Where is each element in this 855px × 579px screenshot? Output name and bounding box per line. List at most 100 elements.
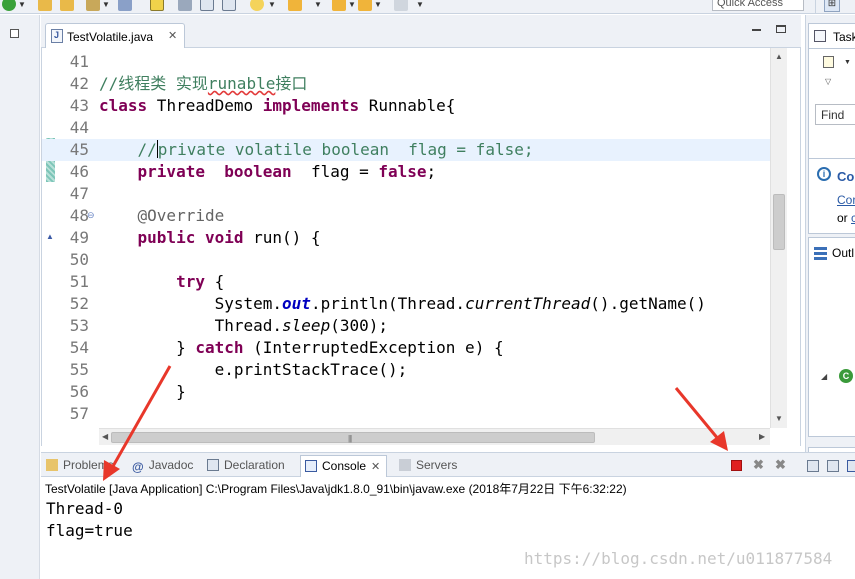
- task-list-icon: [814, 30, 826, 42]
- highlight-icon[interactable]: [150, 0, 164, 11]
- quick-access-input[interactable]: Quick Access: [712, 0, 804, 11]
- filter-dropdown-icon[interactable]: ▽: [825, 77, 831, 86]
- run-icon[interactable]: [2, 0, 16, 11]
- scroll-up-icon[interactable]: ▲: [775, 52, 783, 61]
- code-text: System.out.println(Thread.currentThread(…: [99, 293, 706, 315]
- tab-task-list[interactable]: Task: [808, 23, 855, 48]
- code-token: false: [378, 162, 427, 181]
- terminate-icon[interactable]: [731, 460, 742, 471]
- up-arrow-icon[interactable]: [288, 0, 302, 11]
- horizontal-scrollbar[interactable]: ◀ ||| ▶: [99, 428, 770, 445]
- document-icon[interactable]: [200, 0, 214, 11]
- code-line[interactable]: 51 try {: [42, 271, 770, 293]
- code-line[interactable]: 52 System.out.println(Thread.currentThre…: [42, 293, 770, 315]
- next-dropdown-icon[interactable]: ▼: [416, 1, 424, 9]
- code-line[interactable]: 56 }: [42, 381, 770, 403]
- code-line[interactable]: 48 @Override: [42, 205, 770, 227]
- close-icon[interactable]: ✕: [168, 29, 177, 42]
- code-line[interactable]: 49 public void run() {: [42, 227, 770, 249]
- wand-dropdown-icon[interactable]: ▼: [102, 1, 110, 9]
- next-icon[interactable]: [394, 0, 408, 11]
- code-token: catch: [195, 338, 244, 357]
- task-find-input[interactable]: Find: [815, 104, 855, 125]
- line-number: 48: [69, 206, 89, 225]
- restore-view-icon[interactable]: [10, 29, 19, 38]
- code-line[interactable]: 47: [42, 183, 770, 205]
- code-text: //线程类 实现runable接口: [99, 73, 307, 95]
- code-line[interactable]: 45 //private volatile boolean flag = fal…: [42, 139, 770, 161]
- open-folder-icon[interactable]: [60, 0, 74, 11]
- chevron-down-icon[interactable]: ▼: [844, 59, 851, 66]
- outline-tab-label[interactable]: Outl: [832, 246, 854, 260]
- forward-dropdown-icon[interactable]: ▼: [374, 1, 382, 9]
- code-line[interactable]: 41: [42, 51, 770, 73]
- scroll-left-icon[interactable]: ◀: [102, 432, 108, 441]
- new-folder-icon[interactable]: [38, 0, 52, 11]
- clear-console-icon[interactable]: [807, 460, 819, 472]
- code-editor[interactable]: ▲ ⊖ 41 42//线程类 实现runable接口 43 class ThreadD…: [41, 48, 801, 446]
- left-trim-stack: [0, 15, 40, 579]
- line-number: 46: [69, 162, 89, 181]
- tab-declaration[interactable]: Declaration: [207, 458, 285, 472]
- code-line[interactable]: 53 Thread.sleep(300);: [42, 315, 770, 337]
- console-output-line: flag=true: [46, 521, 133, 540]
- code-line[interactable]: 43 class ThreadDemo implements Runnable{: [42, 95, 770, 117]
- code-line[interactable]: 50: [42, 249, 770, 271]
- close-icon[interactable]: ✕: [371, 461, 380, 473]
- vertical-scrollbar[interactable]: ▲ ▼: [770, 48, 787, 428]
- scroll-lock-icon[interactable]: [827, 460, 839, 472]
- line-number: 51: [69, 272, 89, 291]
- console-launch-description: TestVolatile [Java Application] C:\Progr…: [41, 477, 855, 497]
- outline-icon: [814, 247, 827, 260]
- code-line[interactable]: 46 private boolean flag = false;: [42, 161, 770, 183]
- code-text: @Override: [99, 205, 225, 227]
- tab-servers[interactable]: Servers: [399, 458, 457, 472]
- new-task-icon[interactable]: [823, 56, 834, 68]
- maximize-icon[interactable]: [776, 25, 786, 33]
- code-text: private boolean flag = false;: [99, 161, 437, 183]
- line-number: 49: [69, 228, 89, 247]
- task-tab-label: Task: [833, 30, 855, 44]
- create-link[interactable]: c: [851, 211, 855, 225]
- tab-label: Console: [322, 459, 367, 473]
- back-icon[interactable]: [332, 0, 346, 11]
- scrollbar-thumb[interactable]: [773, 194, 785, 250]
- connect-link[interactable]: Cor: [837, 193, 855, 207]
- watermark: https://blog.csdn.net/u011877584: [524, 549, 833, 568]
- scroll-down-icon[interactable]: ▼: [775, 414, 783, 423]
- back-dropdown-icon[interactable]: ▼: [348, 1, 356, 9]
- or-text: or c: [837, 211, 855, 225]
- code-line[interactable]: 42 //线程类 实现runable接口: [42, 73, 770, 95]
- code-line[interactable]: 55 e.printStackTrace();: [42, 359, 770, 381]
- remove-launch-icon[interactable]: ✖: [753, 457, 765, 472]
- tab-testvolatile-java[interactable]: TestVolatile.java ✕: [45, 23, 185, 49]
- minimize-icon[interactable]: [752, 29, 761, 31]
- code-line[interactable]: 57: [42, 403, 770, 425]
- code-line[interactable]: 44: [42, 117, 770, 139]
- code-token: Runnable{: [359, 96, 456, 115]
- forward-icon[interactable]: [358, 0, 372, 11]
- class-icon[interactable]: C: [839, 369, 853, 383]
- wand-icon[interactable]: [86, 0, 100, 11]
- code-line[interactable]: 54 } catch (InterruptedException e) {: [42, 337, 770, 359]
- run-dropdown-icon[interactable]: ▼: [18, 1, 26, 9]
- pin-console-icon[interactable]: [847, 460, 855, 472]
- tree-expand-icon[interactable]: ◢: [821, 372, 827, 381]
- java-perspective-icon[interactable]: ⊞: [824, 0, 840, 12]
- connect-mylyn-view: i Co Cor or c: [808, 158, 855, 234]
- tab-console[interactable]: Console ✕: [300, 455, 388, 478]
- scroll-right-icon[interactable]: ▶: [759, 432, 765, 441]
- code-token: try: [176, 272, 205, 291]
- paragraph-icon[interactable]: [222, 0, 236, 11]
- remove-all-icon[interactable]: ✖: [775, 457, 787, 472]
- bulb-icon[interactable]: [250, 0, 264, 11]
- up-dropdown-icon[interactable]: ▼: [314, 1, 322, 9]
- debug-step-icon[interactable]: [118, 0, 132, 11]
- tab-problems[interactable]: Problems: [46, 458, 114, 472]
- tab-javadoc[interactable]: @ Javadoc: [132, 458, 193, 474]
- code-token: flag: [310, 162, 350, 181]
- annotation-icon[interactable]: [178, 0, 192, 11]
- scrollbar-thumb[interactable]: |||: [111, 432, 595, 443]
- bulb-dropdown-icon[interactable]: ▼: [268, 1, 276, 9]
